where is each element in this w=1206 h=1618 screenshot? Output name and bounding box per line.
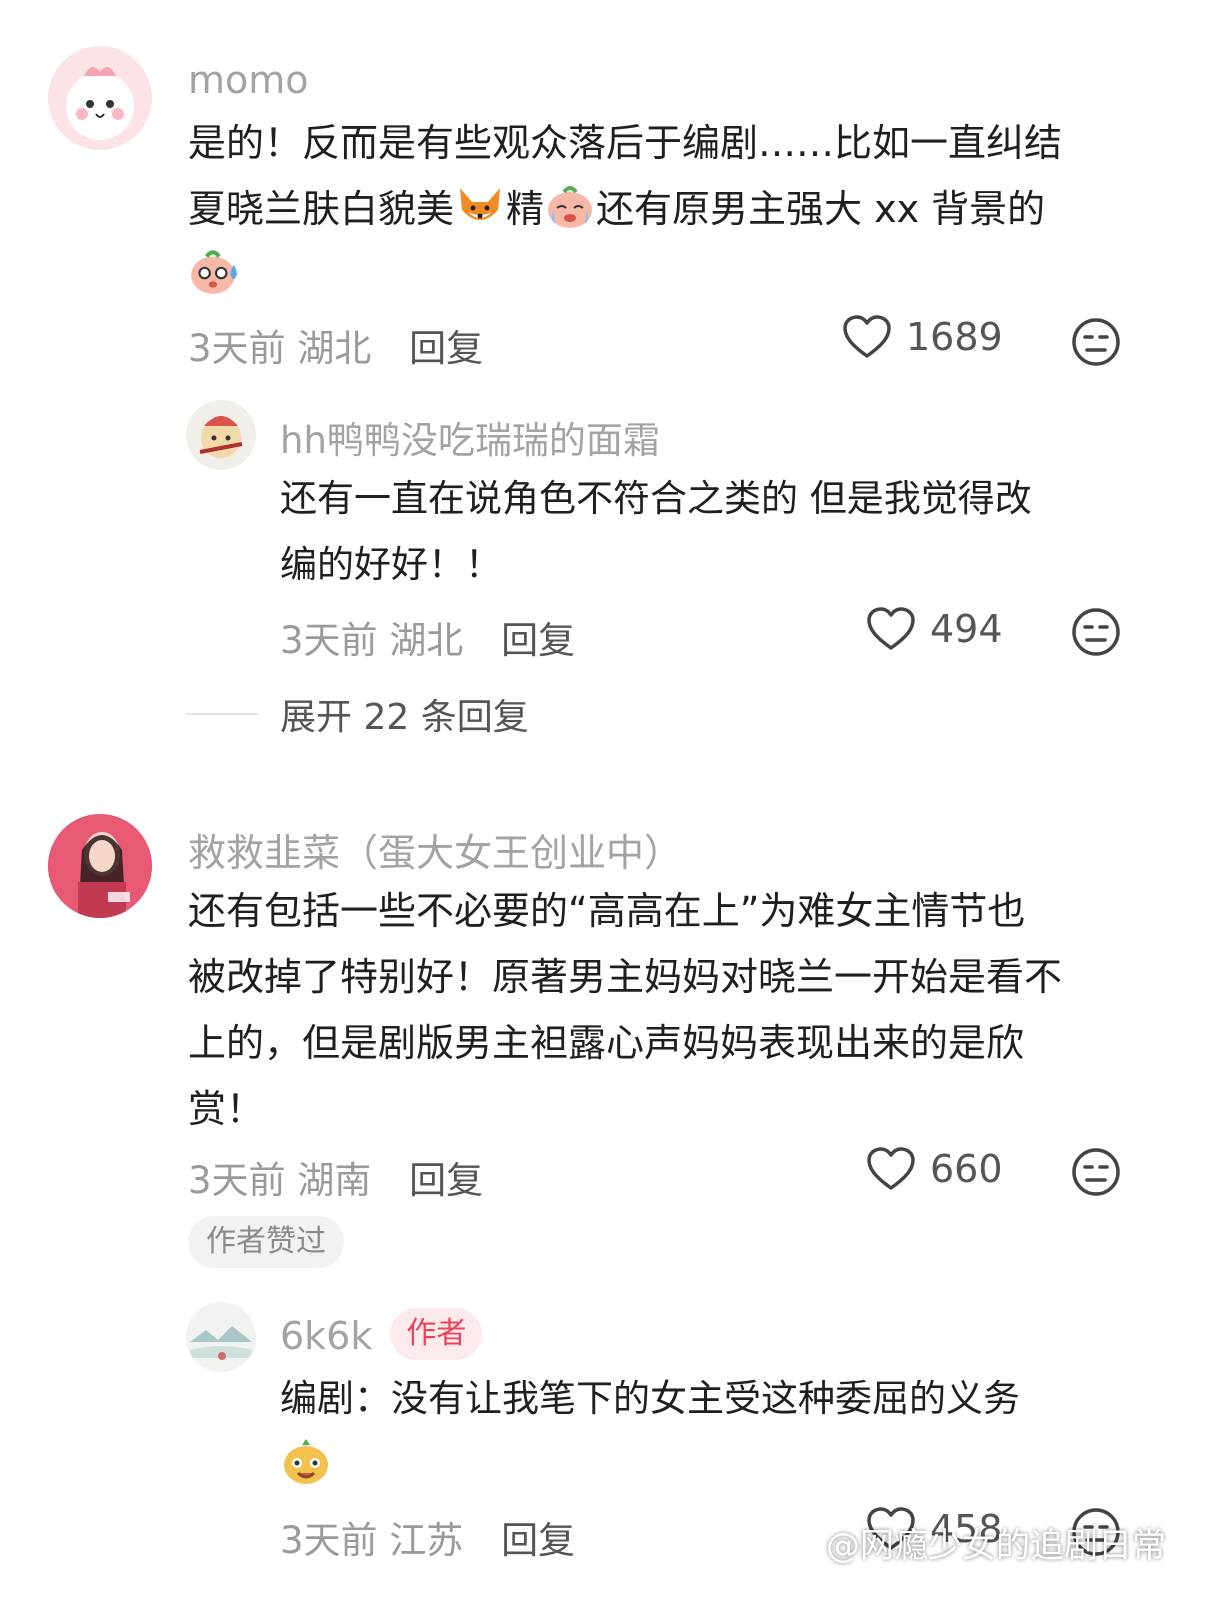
comment-username[interactable]: 救救韭菜（蛋大女王创业中） bbox=[188, 822, 682, 877]
like-count: 494 bbox=[930, 607, 1003, 651]
comment-text-line: 赏！ bbox=[188, 1087, 265, 1131]
comment-username[interactable]: momo bbox=[188, 58, 309, 102]
reply-button[interactable]: 回复 bbox=[501, 1519, 575, 1562]
reply-text: 编剧：没有让我笔下的女主受这种委屈的义务 bbox=[280, 1366, 1160, 1498]
reply-username[interactable]: hh鸭鸭没吃瑞瑞的面霜 bbox=[280, 410, 660, 464]
comment-text: 是的！反而是有些观众落后于编剧……比如一直纠结 夏晓兰肤白貌美 精 还有原男主强… bbox=[188, 110, 1148, 308]
expand-replies-button[interactable]: 展开 22 条回复 bbox=[186, 688, 529, 740]
weibo-watermark: @网瘾少女的追剧日常 bbox=[826, 1526, 1166, 1566]
avatar-momo[interactable] bbox=[48, 46, 152, 150]
reply-username: 6k6k 作者 bbox=[280, 1308, 483, 1360]
reply-text-line: 编的好好！！ bbox=[280, 543, 502, 586]
poster-avatar-icon bbox=[48, 814, 152, 918]
comment-text-segment: 还有原男主强大 xx 背景的 bbox=[596, 187, 1046, 231]
reply-time: 3天前 bbox=[280, 619, 378, 662]
avatar-reply-user[interactable] bbox=[186, 400, 256, 470]
dislike-button[interactable] bbox=[1070, 1146, 1122, 1202]
comment-meta: 3天前 湖北 回复 bbox=[188, 318, 483, 372]
comment-text-segment: 夏晓兰肤白貌美 bbox=[188, 187, 455, 231]
heart-icon bbox=[867, 607, 915, 650]
comment-text: 还有包括一些不必要的“高高在上”为难女主情节也 被改掉了特别好！原著男主妈妈对晓… bbox=[188, 878, 1168, 1142]
comment-text-line: 是的！反而是有些观众落后于编剧……比如一直纠结 bbox=[188, 121, 1063, 165]
comment-location: 湖南 bbox=[297, 1159, 372, 1202]
neutral-face-icon bbox=[1072, 1148, 1120, 1196]
reply-text-line: 编剧：没有让我笔下的女主受这种委屈的义务 bbox=[280, 1377, 1020, 1420]
comment-text-segment: 精 bbox=[506, 187, 545, 231]
dislike-button[interactable] bbox=[1070, 316, 1122, 372]
author-liked-badge: 作者赞过 bbox=[188, 1216, 344, 1268]
comment-text-line: 被改掉了特别好！原著男主妈妈对晓兰一开始是看不 bbox=[188, 955, 1063, 999]
landscape-avatar-icon bbox=[186, 1302, 256, 1372]
pink-cartoon-avatar-icon bbox=[66, 66, 134, 140]
heart-icon bbox=[843, 315, 891, 358]
comment-text-line: 夏晓兰肤白貌美 精 还有原男主强大 xx 背景的 bbox=[188, 176, 1148, 242]
neutral-face-icon bbox=[1072, 318, 1120, 366]
crying-face-emoji bbox=[548, 186, 593, 228]
reply-meta: 3天前 江苏 回复 bbox=[280, 1510, 575, 1564]
reply-location: 湖北 bbox=[389, 619, 464, 662]
sweat-face-emoji bbox=[191, 250, 237, 294]
reply-username-text[interactable]: 6k6k bbox=[280, 1314, 372, 1358]
neutral-face-icon bbox=[1072, 608, 1120, 656]
fox-emoji bbox=[460, 188, 501, 220]
like-count: 1689 bbox=[906, 315, 1003, 359]
comment-text-line: 上的，但是剧版男主袒露心声妈妈表现出来的是欣 bbox=[188, 1021, 1025, 1065]
reply-meta: 3天前 湖北 回复 bbox=[280, 610, 575, 664]
like-button[interactable]: 494 bbox=[866, 606, 1003, 652]
like-count: 660 bbox=[930, 1147, 1003, 1191]
reply-text: 还有一直在说角色不符合之类的 但是我觉得改 编的好好！！ bbox=[280, 466, 1160, 598]
comment-time: 3天前 bbox=[188, 1159, 286, 1202]
heart-icon bbox=[867, 1147, 915, 1190]
comment-text-line bbox=[188, 242, 1148, 308]
author-badge: 作者 bbox=[390, 1308, 483, 1360]
reply-button[interactable]: 回复 bbox=[409, 1159, 483, 1202]
reply-text-line bbox=[280, 1432, 1160, 1498]
comment-location: 湖北 bbox=[297, 327, 372, 370]
dislike-button[interactable] bbox=[1070, 606, 1122, 662]
comment-text-line: 还有包括一些不必要的“高高在上”为难女主情节也 bbox=[188, 889, 1026, 933]
comment-time: 3天前 bbox=[188, 327, 286, 370]
comment-meta: 3天前 湖南 回复 bbox=[188, 1150, 483, 1204]
reply-text-line: 还有一直在说角色不符合之类的 但是我觉得改 bbox=[280, 477, 1032, 520]
expand-replies-label: 展开 22 条回复 bbox=[280, 697, 529, 738]
reply-time: 3天前 bbox=[280, 1519, 378, 1562]
reply-location: 江苏 bbox=[389, 1519, 464, 1562]
reply-button[interactable]: 回复 bbox=[409, 327, 483, 370]
divider-line bbox=[186, 713, 258, 715]
reply-button[interactable]: 回复 bbox=[501, 619, 575, 662]
like-button[interactable]: 660 bbox=[866, 1146, 1003, 1192]
like-button[interactable]: 1689 bbox=[842, 314, 1003, 360]
avatar-user[interactable] bbox=[48, 814, 152, 918]
smile-face-emoji bbox=[284, 1439, 328, 1484]
cartoon-avatar-icon bbox=[199, 416, 243, 458]
avatar-author[interactable] bbox=[186, 1302, 256, 1372]
